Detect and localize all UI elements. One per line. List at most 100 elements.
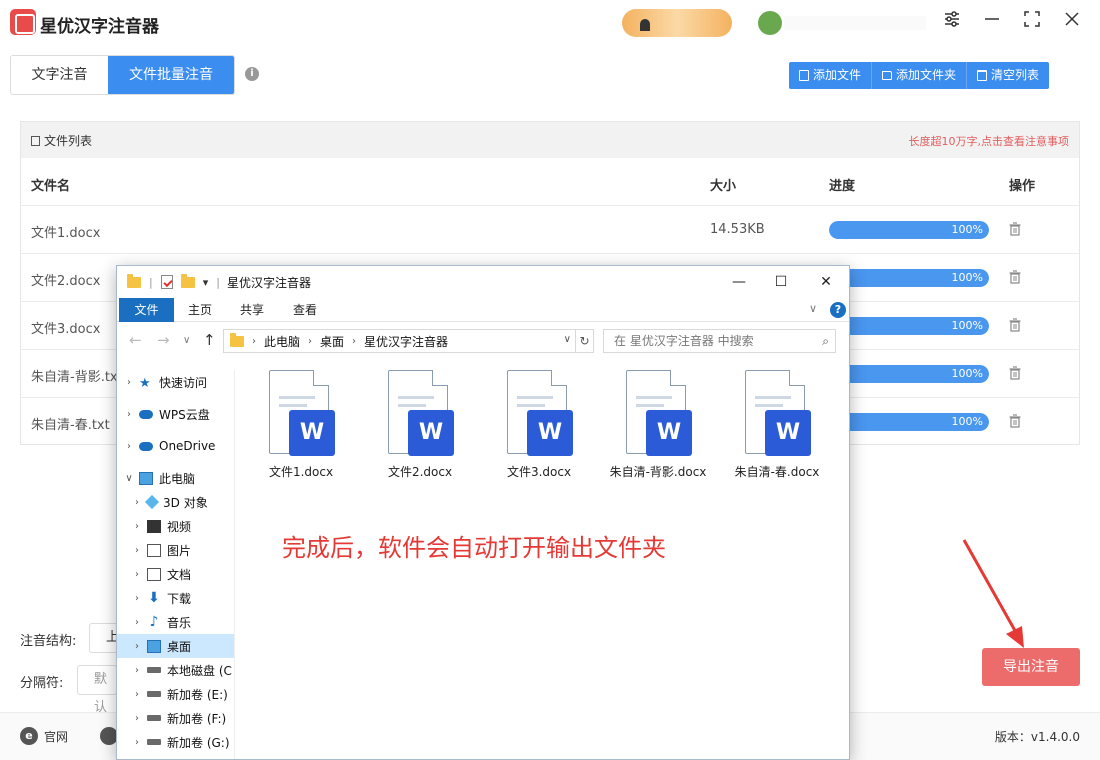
settings-icon[interactable] [939, 10, 965, 36]
progress-text: 100% [951, 319, 983, 332]
ribbon-tab-home[interactable]: 主页 [177, 298, 223, 322]
forward-arrow-icon[interactable]: → [157, 331, 170, 349]
file-list-title: 文件列表 [44, 134, 93, 148]
close-icon[interactable] [1059, 10, 1085, 36]
chevron-right-icon[interactable]: › [123, 409, 135, 420]
file-item[interactable]: W 文件3.docx [487, 370, 591, 481]
chevron-down-icon[interactable]: ▾ [203, 276, 209, 289]
file-name: 文件3.docx [31, 322, 101, 337]
trash-icon [977, 70, 988, 81]
file-label: 文件1.docx [268, 465, 334, 479]
search-input[interactable]: 在 星优汉字注音器 中搜索 ⌕ [603, 329, 836, 353]
sidebar-item[interactable]: › ★ 快速访问 [117, 370, 234, 394]
chevron-right-icon[interactable]: › [131, 737, 143, 748]
maximize-icon[interactable]: ☐ [769, 270, 793, 294]
file-item[interactable]: W 文件2.docx [368, 370, 472, 481]
chevron-right-icon[interactable]: › [131, 665, 143, 676]
sidebar-item[interactable]: › WPS云盘 [117, 402, 234, 426]
annotation-arrow [962, 539, 1024, 648]
word-document-icon: W [384, 370, 456, 458]
back-arrow-icon[interactable]: ← [129, 331, 142, 349]
chevron-right-icon[interactable]: › [131, 713, 143, 724]
chevron-right-icon[interactable]: › [131, 569, 143, 580]
file-item[interactable]: W 朱自清-春.docx [725, 370, 829, 481]
refresh-icon[interactable]: ↻ [576, 329, 594, 353]
file-item[interactable]: W 朱自清-背影.docx [606, 370, 710, 481]
info-icon[interactable]: i [245, 67, 259, 81]
chevron-right-icon[interactable]: › [123, 377, 135, 388]
add-folder-button[interactable]: 添加文件夹 [872, 62, 968, 89]
ribbon-tab-share[interactable]: 共享 [229, 298, 275, 322]
progress-bar: 100% [829, 317, 989, 335]
computer-icon [139, 471, 153, 485]
sidebar-item[interactable]: › OneDrive [117, 434, 234, 458]
word-badge: W [289, 410, 335, 456]
file-size: 14.53KB [710, 222, 765, 237]
chevron-down-icon[interactable]: ∨ [809, 302, 817, 315]
address-bar[interactable]: › 此电脑 › 桌面 › 星优汉字注音器 ∨ [223, 329, 576, 353]
delete-icon[interactable] [1009, 318, 1021, 332]
breadcrumb-desktop[interactable]: 桌面 [320, 333, 344, 350]
user-account-pill[interactable] [622, 9, 732, 37]
chevron-right-icon[interactable]: › [131, 521, 143, 532]
sidebar-item[interactable]: › 文档 [117, 562, 234, 586]
breadcrumb-folder[interactable]: 星优汉字注音器 [364, 333, 448, 350]
properties-icon[interactable] [160, 275, 173, 289]
sidebar-item[interactable]: › 新加卷 (G:) [117, 730, 234, 754]
chevron-right-icon[interactable]: › [131, 593, 143, 604]
minimize-icon[interactable]: — [727, 270, 751, 294]
sidebar-item[interactable]: › 本地磁盘 (C [117, 658, 234, 682]
clear-list-button[interactable]: 清空列表 [967, 62, 1050, 89]
tab-batch-file-annotation[interactable]: 文件批量注音 [108, 56, 234, 94]
delete-icon[interactable] [1009, 222, 1021, 236]
file-item[interactable]: W 文件1.docx [249, 370, 353, 481]
chevron-right-icon[interactable]: › [131, 617, 143, 628]
sidebar-item[interactable]: › 桌面 [117, 634, 234, 658]
chevron-right-icon[interactable]: › [131, 641, 143, 652]
word-document-icon: W [503, 370, 575, 458]
chevron-right-icon[interactable]: › [131, 497, 143, 508]
file-name: 朱自清-春.txt [31, 418, 110, 433]
table-row: 文件1.docx 14.53KB 100% [21, 206, 1079, 254]
chevron-right-icon[interactable]: › [131, 545, 143, 556]
up-arrow-icon[interactable]: ↑ [203, 331, 216, 349]
explorer-title-bar: | ▾ | 星优汉字注音器 — ☐ ✕ [117, 266, 849, 298]
chevron-right-icon[interactable]: › [131, 689, 143, 700]
file-icon [799, 70, 809, 81]
sidebar-item[interactable]: › ⬇ 下载 [117, 586, 234, 610]
sidebar-item[interactable]: › 3D 对象 [117, 490, 234, 514]
sidebar-item[interactable]: › ♪ 音乐 [117, 610, 234, 634]
file-name: 朱自清-背影.tx [31, 370, 118, 385]
avatar[interactable] [758, 11, 782, 35]
sidebar-item[interactable]: › 新加卷 (F:) [117, 706, 234, 730]
official-site-link[interactable]: e 官网 [20, 727, 68, 745]
chevron-right-icon[interactable]: › [123, 441, 135, 452]
file-explorer-window: | ▾ | 星优汉字注音器 — ☐ ✕ 文件 主页 共享 查看 ∨ ? ← → … [116, 265, 850, 760]
maximize-icon[interactable] [1019, 10, 1045, 36]
ribbon-tab-file[interactable]: 文件 [119, 298, 174, 322]
help-icon[interactable]: ? [830, 302, 846, 318]
ribbon-tab-view[interactable]: 查看 [282, 298, 328, 322]
tab-text-annotation[interactable]: 文字注音 [11, 56, 108, 94]
delete-icon[interactable] [1009, 414, 1021, 428]
export-annotation-button[interactable]: 导出注音 [982, 648, 1080, 686]
chevron-down-icon[interactable]: ∨ [123, 473, 135, 484]
new-folder-icon[interactable] [180, 273, 195, 288]
drive-icon [147, 691, 161, 697]
sidebar-item[interactable]: › 新加卷 (E:) [117, 682, 234, 706]
add-file-button[interactable]: 添加文件 [789, 62, 873, 89]
chevron-down-icon[interactable]: ∨ [564, 334, 571, 345]
delete-icon[interactable] [1009, 270, 1021, 284]
breadcrumb-this-pc[interactable]: 此电脑 [264, 333, 300, 350]
chevron-down-icon[interactable]: ∨ [183, 335, 190, 346]
file-name: 文件1.docx [31, 226, 101, 241]
length-warning-link[interactable]: 长度超10万字,点击查看注意事项 [909, 133, 1070, 149]
sidebar-item[interactable]: › 视频 [117, 514, 234, 538]
minimize-icon[interactable] [979, 10, 1005, 36]
sidebar-item[interactable]: ∨ 此电脑 [117, 466, 234, 490]
separator-input[interactable]: 默认 [77, 665, 117, 715]
delete-icon[interactable] [1009, 366, 1021, 380]
close-icon[interactable]: ✕ [814, 270, 838, 294]
sidebar-item[interactable]: › 图片 [117, 538, 234, 562]
progress-bar: 100% [829, 269, 989, 287]
